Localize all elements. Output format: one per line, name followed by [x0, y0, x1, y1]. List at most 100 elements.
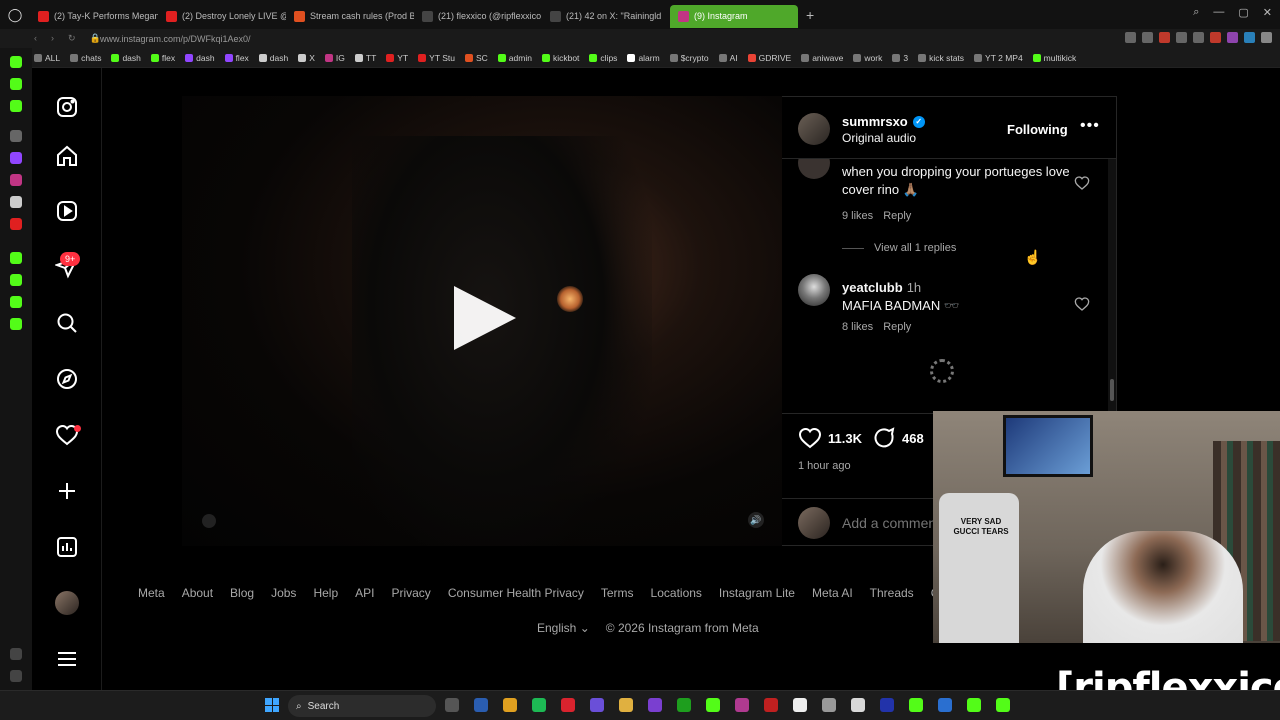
footer-link[interactable]: Instagram Lite — [719, 586, 795, 600]
bookmark-item[interactable]: alarm — [627, 53, 660, 63]
zoom-icon[interactable] — [1125, 32, 1136, 43]
sidebar-more-icon[interactable] — [10, 670, 22, 682]
bookmark-item[interactable]: X — [298, 53, 315, 63]
bookmark-item[interactable]: AI — [718, 53, 738, 63]
bookmark-item[interactable]: flex — [150, 53, 175, 63]
sidebar-app-icon[interactable] — [10, 296, 22, 308]
bookmark-item[interactable]: clips — [589, 53, 617, 63]
taskbar-search[interactable]: ⌕ Search — [288, 695, 436, 717]
browser-tab[interactable]: (2) Destroy Lonely LIVE @ — [158, 5, 286, 28]
footer-link[interactable]: Locations — [651, 586, 702, 600]
taskbar-app-icon[interactable] — [648, 698, 662, 712]
extension-icon[interactable] — [1159, 32, 1170, 43]
footer-link[interactable]: Privacy — [391, 586, 430, 600]
taskbar-app-icon[interactable] — [996, 698, 1010, 712]
sidebar-kick-icon[interactable] — [10, 78, 22, 90]
profile-avatar[interactable] — [54, 590, 80, 616]
footer-link[interactable]: Meta AI — [812, 586, 853, 600]
taskbar-app-icon[interactable] — [967, 698, 981, 712]
browser-tab[interactable]: (21) flexxico (@ripflexxico — [414, 5, 542, 28]
footer-link[interactable]: API — [355, 586, 374, 600]
tagged-users-icon[interactable] — [202, 514, 216, 528]
bookmark-item[interactable]: chats — [70, 53, 101, 63]
sidebar-gx-icon[interactable] — [10, 648, 22, 660]
footer-link[interactable]: Jobs — [271, 586, 296, 600]
bookmark-item[interactable]: kick stats — [918, 53, 964, 63]
chrome-icon[interactable] — [503, 698, 517, 712]
comment-like-icon[interactable] — [1074, 296, 1090, 312]
audio-icon[interactable]: 🔊 — [748, 512, 764, 528]
dashboard-icon[interactable] — [54, 534, 80, 560]
scrollbar-thumb[interactable] — [1110, 379, 1114, 401]
minimize-icon[interactable]: — — [1213, 6, 1224, 19]
bookmark-item[interactable]: IG — [324, 53, 345, 63]
sidebar-kick-icon[interactable] — [10, 100, 22, 112]
opera-icon[interactable] — [561, 698, 575, 712]
bookmark-item[interactable]: TT — [354, 53, 376, 63]
back-icon[interactable]: ‹ — [34, 33, 37, 44]
maximize-icon[interactable]: ▢ — [1238, 6, 1248, 19]
taskbar-app-icon[interactable] — [764, 698, 778, 712]
bookmark-item[interactable]: 3 — [892, 53, 908, 63]
browser-tab[interactable]: Stream cash rules (Prod B — [286, 5, 414, 28]
sidebar-settings-icon[interactable] — [10, 130, 22, 142]
play-button[interactable] — [454, 286, 516, 350]
footer-link[interactable]: Terms — [601, 586, 634, 600]
browser-tab[interactable]: (9) Instagram — [670, 4, 798, 28]
more-options-icon[interactable]: ••• — [1080, 117, 1100, 135]
footer-link[interactable]: Help — [313, 586, 338, 600]
menu-icon[interactable] — [54, 646, 80, 672]
bookmark-item[interactable]: YT Stu — [418, 53, 455, 63]
explore-icon[interactable] — [54, 366, 80, 392]
footer-link[interactable]: Consumer Health Privacy — [448, 586, 584, 600]
xbox-icon[interactable] — [677, 698, 691, 712]
discord-icon[interactable] — [590, 698, 604, 712]
original-audio-link[interactable]: Original audio — [842, 131, 916, 145]
comment-button[interactable]: 468 — [872, 426, 924, 450]
extension-icon[interactable] — [1176, 32, 1187, 43]
comments-scrollbar[interactable] — [1108, 159, 1116, 413]
comment-username[interactable]: yeatclubb — [842, 280, 903, 295]
close-icon[interactable]: ✕ — [1263, 6, 1272, 19]
profile-avatar[interactable] — [1261, 32, 1272, 43]
reels-icon[interactable] — [54, 198, 80, 224]
spotify-icon[interactable] — [532, 698, 546, 712]
footer-link[interactable]: About — [182, 586, 213, 600]
taskbar-app-icon[interactable] — [851, 698, 865, 712]
sidebar-x-icon[interactable] — [10, 196, 22, 208]
bookmark-item[interactable]: YT 2 MP4 — [974, 53, 1023, 63]
bookmark-item[interactable]: multikick — [1032, 53, 1076, 63]
file-explorer-icon[interactable] — [619, 698, 633, 712]
comment-avatar[interactable] — [798, 159, 830, 179]
reply-button[interactable]: Reply — [883, 210, 911, 222]
comment-likes[interactable]: 8 likes — [842, 321, 873, 333]
browser-tab[interactable]: (21) 42 on X: "Rainingld — [542, 5, 670, 28]
extension-icon[interactable] — [1193, 32, 1204, 43]
bookmark-item[interactable]: aniwave — [801, 53, 843, 63]
taskbar-app-icon[interactable] — [880, 698, 894, 712]
author-avatar[interactable] — [798, 113, 830, 145]
taskbar-app-icon[interactable] — [938, 698, 952, 712]
bookmark-item[interactable]: flex — [224, 53, 249, 63]
create-icon[interactable] — [54, 478, 80, 504]
taskbar-app-icon[interactable] — [793, 698, 807, 712]
footer-link[interactable]: Meta — [138, 586, 165, 600]
taskbar-app-icon[interactable] — [909, 698, 923, 712]
comment-like-icon[interactable] — [1074, 175, 1090, 191]
opera-logo-icon[interactable]: ◯ — [0, 7, 30, 23]
forward-icon[interactable]: › — [51, 33, 54, 44]
bookmark-item[interactable]: dash — [258, 53, 288, 63]
instagram-logo-icon[interactable] — [54, 94, 80, 120]
reel-video[interactable]: 🔊 — [182, 96, 782, 546]
like-button[interactable]: 11.3K — [798, 426, 862, 450]
bookmark-item[interactable]: dash — [185, 53, 215, 63]
sidebar-twitch-icon[interactable] — [10, 152, 22, 164]
taskview-icon[interactable] — [445, 698, 459, 712]
following-button[interactable]: Following — [1007, 122, 1068, 137]
bookmark-item[interactable]: YT — [386, 53, 408, 63]
bookmark-item[interactable]: $crypto — [669, 53, 709, 63]
taskbar-app-icon[interactable] — [735, 698, 749, 712]
view-replies-label[interactable]: View all 1 replies — [874, 242, 956, 254]
sidebar-kick-icon[interactable] — [10, 56, 22, 68]
new-tab-button[interactable]: + — [798, 7, 822, 23]
